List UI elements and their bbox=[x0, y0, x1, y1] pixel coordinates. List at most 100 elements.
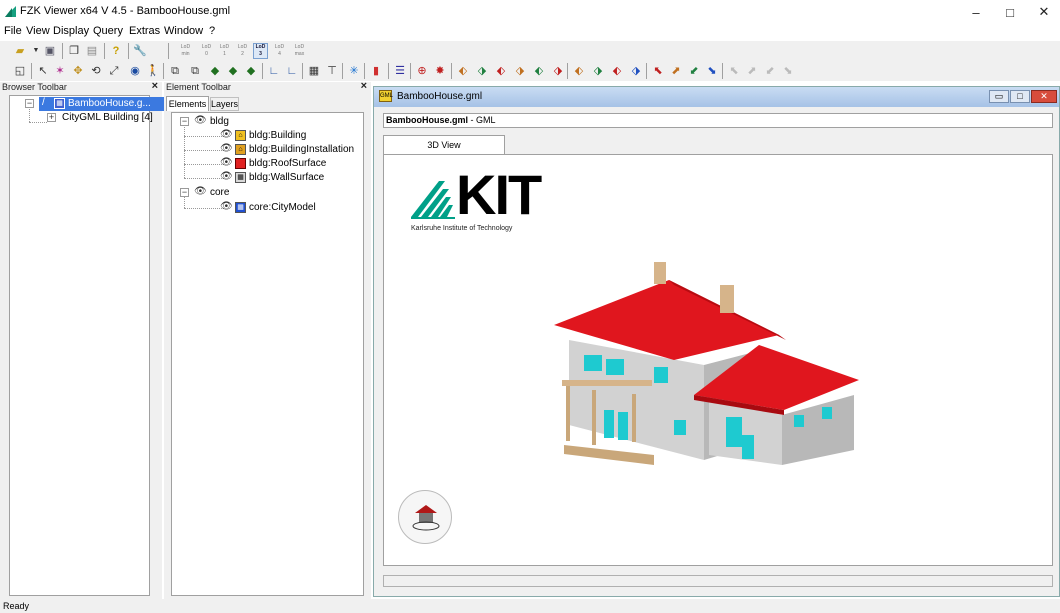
color-bars-icon[interactable]: ▮ bbox=[368, 63, 384, 79]
eye-icon[interactable]: 👁 bbox=[220, 157, 233, 168]
window-title: FZK Viewer x64 V 4.5 - BambooHouse.gml bbox=[20, 5, 231, 17]
expand-toggle[interactable]: + bbox=[47, 113, 56, 122]
navigation-widget[interactable] bbox=[398, 490, 452, 544]
eye-icon[interactable]: 👁 bbox=[194, 186, 207, 197]
copy-icon[interactable]: ❐ bbox=[66, 43, 82, 59]
horizontal-scrollbar[interactable] bbox=[383, 575, 1053, 587]
view-cube-3-icon[interactable]: ◆ bbox=[207, 63, 223, 79]
close-button[interactable]: ✕ bbox=[1027, 0, 1060, 24]
view-cube-4-icon[interactable]: ◆ bbox=[225, 63, 241, 79]
paste-icon[interactable]: ▤ bbox=[84, 43, 100, 59]
tab-layers[interactable]: Layers bbox=[210, 97, 239, 111]
menu-query[interactable]: Query bbox=[93, 25, 123, 37]
grid-icon[interactable]: ▦ bbox=[306, 63, 322, 79]
walk-view-icon[interactable]: ◉ bbox=[127, 63, 143, 79]
3d-viewport[interactable]: KIT Karlsruhe Institute of Technology bbox=[383, 154, 1053, 566]
maximize-button[interactable]: □ bbox=[993, 0, 1027, 24]
group-bldg[interactable]: bldg bbox=[210, 116, 229, 127]
nav-1-icon[interactable]: ⬖ bbox=[455, 63, 471, 79]
lod-level: 0 bbox=[205, 51, 208, 57]
lod-min-button[interactable]: LoD min bbox=[178, 43, 193, 59]
eye-icon[interactable]: 👁 bbox=[220, 201, 233, 212]
zoom-window-icon[interactable]: ◱ bbox=[12, 63, 28, 79]
menu-help[interactable]: ? bbox=[209, 25, 215, 37]
bldg-collapse-toggle[interactable]: − bbox=[180, 117, 189, 126]
lod-2-button[interactable]: LoD 2 bbox=[235, 43, 250, 59]
corner-2-icon[interactable]: ⬈ bbox=[668, 63, 684, 79]
group-core[interactable]: core bbox=[210, 187, 229, 198]
nav-7-icon[interactable]: ⬖ bbox=[571, 63, 587, 79]
nav-9-icon[interactable]: ⬖ bbox=[609, 63, 625, 79]
tree-root-label[interactable]: BambooHouse.g... bbox=[68, 98, 151, 109]
light-icon[interactable]: ✳ bbox=[346, 63, 362, 79]
section-icon[interactable]: ⊤ bbox=[324, 63, 340, 79]
fit-icon[interactable]: ⤢ bbox=[106, 63, 122, 79]
nav-4-icon[interactable]: ⬗ bbox=[512, 63, 528, 79]
item-wall-surface[interactable]: bldg:WallSurface bbox=[249, 172, 324, 183]
lod-1-button[interactable]: LoD 1 bbox=[217, 43, 232, 59]
lod-max-button[interactable]: LoD max bbox=[292, 43, 307, 59]
doc-minimize-button[interactable]: ▭ bbox=[989, 90, 1009, 103]
eye-icon[interactable]: 👁 bbox=[194, 115, 207, 126]
crosshair-icon[interactable]: ⊕ bbox=[414, 63, 430, 79]
minimize-button[interactable]: – bbox=[959, 0, 993, 24]
corner-4-icon[interactable]: ⬊ bbox=[704, 63, 720, 79]
house-3d-model bbox=[554, 262, 859, 465]
menu-bar: File View Display Query Extras Window ? bbox=[0, 24, 1060, 39]
wrench-icon[interactable]: 🔧 bbox=[132, 43, 148, 59]
table-icon[interactable]: ☰ bbox=[392, 63, 408, 79]
axis-icon[interactable]: ∟ bbox=[266, 63, 282, 79]
walker-icon[interactable]: 🚶 bbox=[145, 63, 161, 79]
help-icon[interactable]: ? bbox=[108, 43, 124, 59]
view-cube-1-icon[interactable]: ⧉ bbox=[167, 63, 183, 79]
nav-6-icon[interactable]: ⬗ bbox=[550, 63, 566, 79]
nav-8-icon[interactable]: ⬗ bbox=[590, 63, 606, 79]
element-panel-header: Element Toolbar × bbox=[164, 81, 371, 93]
corner-1-icon[interactable]: ⬉ bbox=[650, 63, 666, 79]
view-cube-5-icon[interactable]: ◆ bbox=[243, 63, 259, 79]
browser-panel-header: Browser Toolbar × bbox=[0, 81, 162, 93]
disabled-3-icon: ⬋ bbox=[765, 65, 775, 77]
open-folder-icon[interactable]: ▰ bbox=[12, 43, 28, 59]
element-panel-close-button[interactable]: × bbox=[361, 81, 367, 92]
axis-2-icon[interactable]: ∟ bbox=[284, 63, 300, 79]
browser-panel-close-button[interactable]: × bbox=[152, 81, 158, 92]
eye-icon[interactable]: 👁 bbox=[220, 143, 233, 154]
menu-extras[interactable]: Extras bbox=[129, 25, 160, 37]
pan-icon[interactable]: ✥ bbox=[70, 63, 86, 79]
doc-maximize-button[interactable]: □ bbox=[1010, 90, 1030, 103]
menu-display[interactable]: Display bbox=[53, 25, 89, 37]
eye-icon[interactable]: 👁 bbox=[220, 129, 233, 140]
nav-3-icon[interactable]: ⬖ bbox=[493, 63, 509, 79]
select-pointer-icon[interactable]: ↖ bbox=[35, 63, 51, 79]
tab-elements[interactable]: Elements bbox=[166, 96, 209, 111]
save-icon[interactable]: ▣ bbox=[42, 43, 58, 59]
rotate-icon[interactable]: ✶ bbox=[52, 63, 68, 79]
corner-3-icon[interactable]: ⬋ bbox=[686, 63, 702, 79]
lod-4-button[interactable]: LoD 4 bbox=[272, 43, 287, 59]
tab-3d-view[interactable]: 3D View bbox=[383, 135, 505, 154]
orbit-icon[interactable]: ⟲ bbox=[88, 63, 104, 79]
item-building[interactable]: bldg:Building bbox=[249, 130, 306, 141]
lod-0-button[interactable]: LoD 0 bbox=[199, 43, 214, 59]
tree-child-label[interactable]: CityGML Building [4] bbox=[62, 112, 153, 123]
gml-file-icon: GML bbox=[379, 90, 393, 102]
browser-panel-title: Browser Toolbar bbox=[2, 82, 67, 92]
item-building-installation[interactable]: bldg:BuildingInstallation bbox=[249, 144, 354, 155]
nav-5-icon[interactable]: ⬖ bbox=[531, 63, 547, 79]
eye-icon[interactable]: 👁 bbox=[220, 171, 233, 182]
item-citymodel[interactable]: core:CityModel bbox=[249, 202, 316, 213]
core-collapse-toggle[interactable]: − bbox=[180, 188, 189, 197]
view-cube-2-icon[interactable]: ⧉ bbox=[187, 63, 203, 79]
nav-2-icon[interactable]: ⬗ bbox=[474, 63, 490, 79]
menu-file[interactable]: File bbox=[4, 25, 22, 37]
citymodel-icon: ▦ bbox=[54, 98, 65, 109]
item-roof-surface[interactable]: bldg:RoofSurface bbox=[249, 158, 326, 169]
measure-icon[interactable]: ✸ bbox=[432, 63, 448, 79]
nav-10-icon[interactable]: ⬗ bbox=[628, 63, 644, 79]
doc-close-button[interactable]: ✕ bbox=[1031, 90, 1057, 103]
collapse-toggle[interactable]: − bbox=[25, 99, 34, 108]
menu-window[interactable]: Window bbox=[164, 25, 203, 37]
menu-view[interactable]: View bbox=[26, 25, 50, 37]
lod-3-button[interactable]: LoD 3 bbox=[253, 43, 268, 59]
